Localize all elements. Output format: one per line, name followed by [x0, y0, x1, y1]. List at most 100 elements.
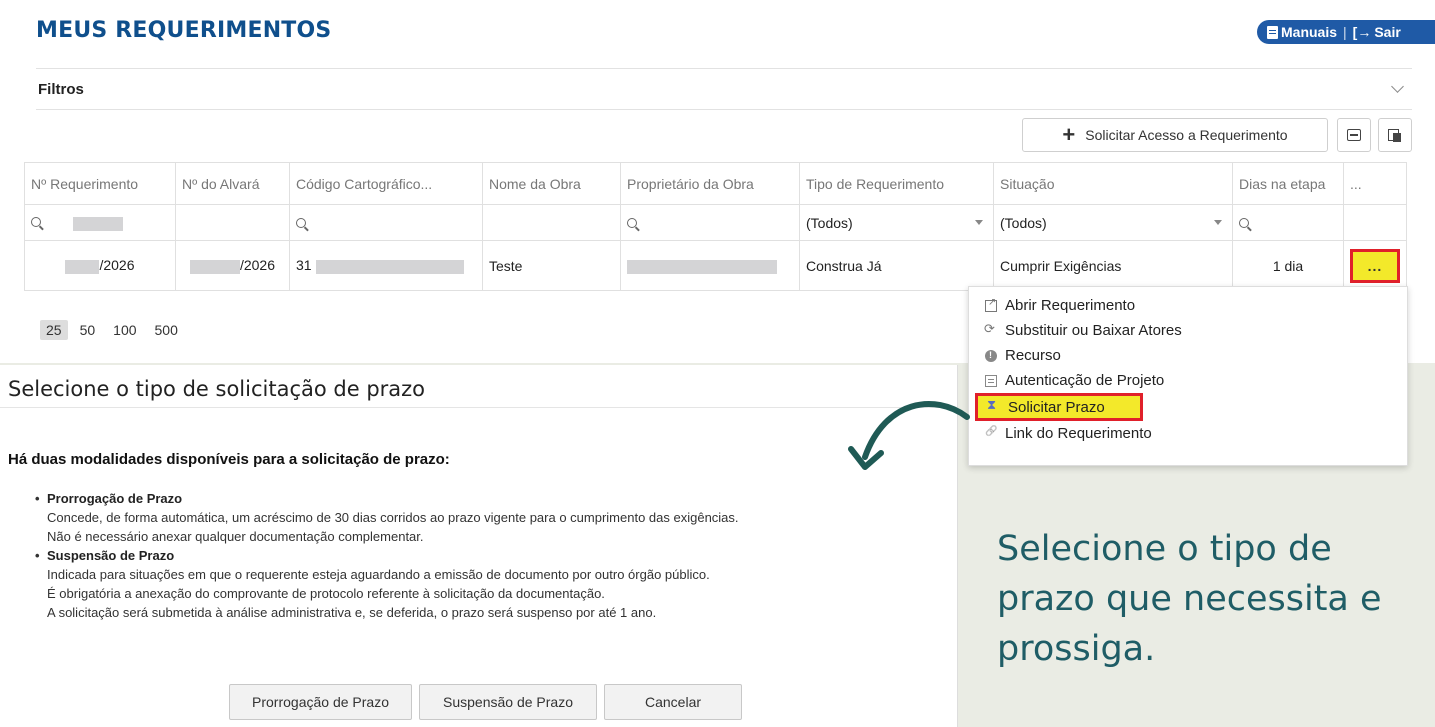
list-item: Prorrogação de Prazo Concede, de forma a…: [35, 489, 739, 546]
redacted-value: [189, 259, 240, 274]
table-header-row: Nº Requerimento Nº do Alvará Código Cart…: [24, 162, 1407, 205]
page-title: MEUS REQUERIMENTOS: [36, 18, 332, 43]
filter-tipo-select[interactable]: (Todos): [799, 204, 994, 241]
plus-icon: +: [1062, 122, 1076, 147]
list-item: Suspensão de Prazo Indicada para situaçõ…: [35, 546, 739, 622]
option-text: É obrigatória a anexação do comprovante …: [47, 586, 605, 601]
requerimento-suffix: /2026: [99, 257, 135, 274]
filter-tipo-value: (Todos): [806, 214, 853, 231]
document-icon: [985, 374, 997, 387]
filter-actions: [1343, 204, 1407, 241]
page-size-500[interactable]: 500: [149, 320, 184, 340]
manuais-label: Manuais: [1281, 24, 1338, 40]
col-header-proprietario[interactable]: Proprietário da Obra: [620, 162, 800, 205]
codigo-prefix: 31: [296, 257, 312, 274]
header-actions: Manuais | [→ Sair: [1257, 20, 1435, 44]
header-separator: |: [1343, 24, 1347, 40]
menu-item-label: Abrir Requerimento: [1005, 297, 1136, 314]
menu-item-link[interactable]: Link do Requerimento: [969, 421, 1407, 446]
divider: [0, 407, 958, 408]
col-header-requerimento[interactable]: Nº Requerimento: [24, 162, 176, 205]
filter-alvara[interactable]: [175, 204, 290, 241]
sair-button[interactable]: [→ Sair: [1353, 24, 1401, 40]
col-header-nome-obra[interactable]: Nome da Obra: [482, 162, 621, 205]
dialog-subtitle: Há duas modalidades disponíveis para a s…: [8, 451, 450, 468]
filter-nome-obra[interactable]: [482, 204, 621, 241]
prorrogacao-button[interactable]: Prorrogação de Prazo: [229, 684, 412, 720]
menu-item-solicitar-prazo[interactable]: Solicitar Prazo: [975, 393, 1143, 421]
col-header-actions: ...: [1343, 162, 1407, 205]
export-icon: [1347, 129, 1361, 141]
cell-alvara: /2026: [175, 240, 290, 291]
filter-dias[interactable]: [1232, 204, 1344, 241]
solicitar-acesso-button[interactable]: + Solicitar Acesso a Requerimento: [1022, 118, 1328, 152]
menu-item-label: Link do Requerimento: [1005, 425, 1152, 442]
logout-icon: [→: [1352, 24, 1372, 40]
col-header-dias[interactable]: Dias na etapa: [1232, 162, 1344, 205]
book-icon: [1267, 25, 1278, 39]
menu-item-abrir[interactable]: Abrir Requerimento: [969, 293, 1407, 318]
redacted-value: [72, 216, 123, 231]
cell-codigo: 31: [289, 240, 483, 291]
menu-item-substituir[interactable]: Substituir ou Baixar Atores: [969, 318, 1407, 343]
filter-situacao-value: (Todos): [1000, 214, 1047, 231]
cell-requerimento: /2026: [24, 240, 176, 291]
suspensao-button[interactable]: Suspensão de Prazo: [419, 684, 597, 720]
cell-nome-obra: Teste: [482, 240, 621, 291]
refresh-icon: [984, 321, 997, 337]
dropdown-caret-icon: [1214, 220, 1222, 225]
redacted-value: [65, 259, 100, 274]
option-text: Concede, de forma automática, um acrésci…: [47, 510, 739, 525]
col-header-situacao[interactable]: Situação: [993, 162, 1233, 205]
chevron-down-icon[interactable]: [1391, 79, 1404, 93]
filters-label: Filtros: [38, 80, 84, 98]
manuais-button[interactable]: Manuais: [1267, 24, 1337, 40]
cell-actions: ...: [1343, 240, 1407, 291]
search-icon: [31, 217, 41, 228]
redacted-value: [627, 259, 777, 274]
search-icon: [627, 217, 637, 228]
row-actions-button[interactable]: ...: [1350, 248, 1400, 283]
col-header-alvara[interactable]: Nº do Alvará: [175, 162, 290, 205]
curved-arrow-icon: [848, 401, 970, 470]
col-header-codigo[interactable]: Código Cartográfico...: [289, 162, 483, 205]
hourglass-icon: [987, 397, 1000, 413]
cancel-button[interactable]: Cancelar: [604, 684, 742, 720]
filters-bar[interactable]: Filtros: [36, 68, 1412, 110]
filter-codigo[interactable]: [289, 204, 483, 241]
filter-requerimento[interactable]: [24, 204, 176, 241]
table-row[interactable]: /2026 /2026 31 Teste Construa Já Cumprir…: [24, 240, 1407, 291]
col-header-tipo[interactable]: Tipo de Requerimento: [799, 162, 994, 205]
column-chooser-icon: [1388, 128, 1402, 142]
dialog-title: Selecione o tipo de solicitação de prazo: [8, 377, 426, 401]
filter-row: (Todos) (Todos): [24, 204, 1407, 241]
menu-item-label: Autenticação de Projeto: [1005, 372, 1165, 389]
filter-situacao-select[interactable]: (Todos): [993, 204, 1233, 241]
page-size-100[interactable]: 100: [107, 320, 142, 340]
link-icon: [985, 428, 997, 440]
solicitar-acesso-label: Solicitar Acesso a Requerimento: [1085, 127, 1288, 143]
export-button[interactable]: [1337, 118, 1371, 152]
menu-item-recurso[interactable]: Recurso: [969, 343, 1407, 368]
column-chooser-button[interactable]: [1378, 118, 1412, 152]
menu-item-label: Substituir ou Baixar Atores: [1005, 322, 1182, 339]
menu-item-autenticacao[interactable]: Autenticação de Projeto: [969, 368, 1407, 393]
page-size-25[interactable]: 25: [40, 320, 68, 340]
cell-tipo: Construa Já: [799, 240, 994, 291]
filter-proprietario[interactable]: [620, 204, 800, 241]
instruction-text: Selecione o tipo de prazo que necessita …: [997, 529, 1382, 669]
page-size-selector: 25 50 100 500: [40, 320, 184, 340]
cell-dias: 1 dia: [1232, 240, 1344, 291]
option-title: Suspensão de Prazo: [47, 548, 175, 563]
option-text: Não é necessário anexar qualquer documen…: [47, 529, 424, 544]
alvara-suffix: /2026: [239, 257, 276, 274]
requerimentos-table: Nº Requerimento Nº do Alvará Código Cart…: [24, 162, 1407, 291]
dropdown-caret-icon: [975, 220, 983, 225]
page-size-50[interactable]: 50: [74, 320, 102, 340]
menu-item-label: Recurso: [1005, 347, 1061, 364]
menu-item-label: Solicitar Prazo: [1008, 398, 1105, 416]
option-text: Indicada para situações em que o requere…: [47, 567, 710, 582]
search-icon: [296, 217, 306, 228]
external-link-icon: [985, 297, 997, 312]
redacted-value: [315, 259, 464, 274]
